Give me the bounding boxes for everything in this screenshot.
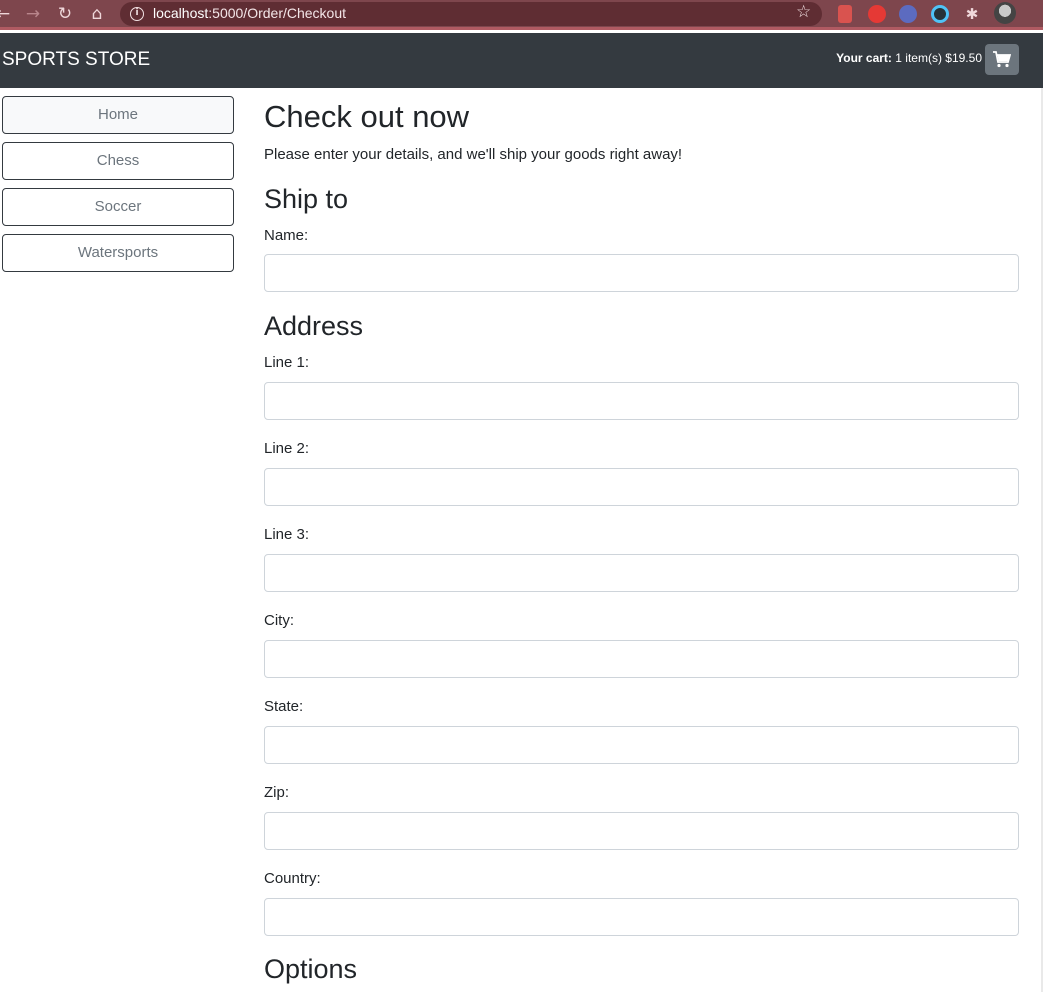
address-bar[interactable]: i localhost:5000/Order/Checkout <box>120 2 822 26</box>
reload-icon[interactable]: ↻ <box>54 3 76 25</box>
section-heading-address: Address <box>264 311 364 341</box>
city-input[interactable] <box>264 640 1019 678</box>
cart-label: Your cart: <box>836 51 892 65</box>
line1-label: Line 1: <box>264 354 310 371</box>
forward-icon[interactable]: → <box>22 3 44 25</box>
navbar: SPORTS STORE Your cart: 1 item(s) $19.50 <box>0 33 1043 88</box>
state-input[interactable] <box>264 726 1019 764</box>
cart-summary: Your cart: 1 item(s) $19.50 <box>836 51 982 65</box>
info-icon[interactable]: i <box>130 7 144 21</box>
browser-toolbar: ← → ↻ ⌂ i localhost:5000/Order/Checkout … <box>0 0 1043 30</box>
name-input[interactable] <box>264 254 1019 292</box>
zip-input[interactable] <box>264 812 1019 850</box>
page-subtitle: Please enter your details, and we'll shi… <box>264 146 683 163</box>
country-label: Country: <box>264 870 321 887</box>
bookmark-star-icon[interactable]: ☆ <box>796 2 811 22</box>
city-label: City: <box>264 612 294 629</box>
sidebar-item-home[interactable]: Home <box>2 96 234 134</box>
url-text: localhost:5000/Order/Checkout <box>153 5 347 21</box>
page-title: Check out now <box>264 99 470 134</box>
line3-label: Line 3: <box>264 526 310 543</box>
line2-label: Line 2: <box>264 440 310 457</box>
shopping-cart-icon <box>993 51 1011 68</box>
line1-input[interactable] <box>264 382 1019 420</box>
home-icon[interactable]: ⌂ <box>86 3 108 25</box>
section-heading-options: Options <box>264 954 358 984</box>
section-heading-ship-to: Ship to <box>264 184 349 214</box>
extension-icon[interactable] <box>931 5 949 23</box>
cart-count-total: 1 item(s) $19.50 <box>895 51 982 65</box>
extension-icon[interactable] <box>868 5 886 23</box>
extension-icon[interactable] <box>899 5 917 23</box>
sidebar-item-watersports[interactable]: Watersports <box>2 234 234 272</box>
sidebar-item-chess[interactable]: Chess <box>2 142 234 180</box>
extension-icon[interactable] <box>838 5 852 23</box>
profile-avatar[interactable] <box>994 2 1016 24</box>
sidebar-item-soccer[interactable]: Soccer <box>2 188 234 226</box>
zip-label: Zip: <box>264 784 290 801</box>
back-icon[interactable]: ← <box>0 3 14 25</box>
state-label: State: <box>264 698 304 715</box>
puzzle-icon[interactable]: ✱ <box>963 5 981 23</box>
country-input[interactable] <box>264 898 1019 936</box>
line2-input[interactable] <box>264 468 1019 506</box>
line3-input[interactable] <box>264 554 1019 592</box>
cart-button[interactable] <box>985 44 1019 75</box>
brand[interactable]: SPORTS STORE <box>2 49 150 71</box>
name-label: Name: <box>264 227 309 244</box>
